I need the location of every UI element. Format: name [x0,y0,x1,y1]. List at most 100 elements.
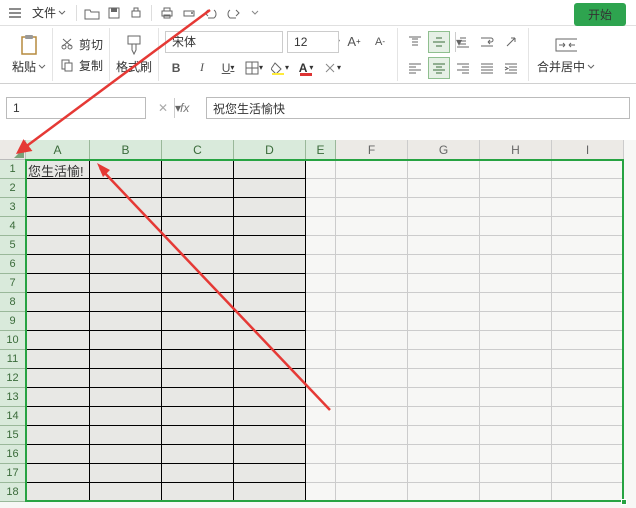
cell-G5[interactable] [408,236,480,255]
cell-B10[interactable] [90,331,162,350]
align-middle-button[interactable] [428,31,450,53]
cell-D15[interactable] [234,426,306,445]
cell-B6[interactable] [90,255,162,274]
cell-C13[interactable] [162,388,234,407]
cell-G4[interactable] [408,217,480,236]
cell-C8[interactable] [162,293,234,312]
cell-E18[interactable] [306,483,336,502]
cell-F1[interactable] [336,160,408,179]
fx-icon[interactable]: fx [180,101,200,115]
col-header-B[interactable]: B [90,140,162,160]
cell-E6[interactable] [306,255,336,274]
row-header-12[interactable]: 12 [0,369,26,388]
row-header-5[interactable]: 5 [0,236,26,255]
clear-format-button[interactable]: ▾ [321,57,343,79]
cell-G2[interactable] [408,179,480,198]
cell-C17[interactable] [162,464,234,483]
row-header-15[interactable]: 15 [0,426,26,445]
row-header-8[interactable]: 8 [0,293,26,312]
cell-E13[interactable] [306,388,336,407]
cell-D3[interactable] [234,198,306,217]
file-menu[interactable]: 文件 [28,4,70,21]
row-header-10[interactable]: 10 [0,331,26,350]
cell-A12[interactable] [26,369,90,388]
row-header-2[interactable]: 2 [0,179,26,198]
cell-I3[interactable] [552,198,624,217]
cell-D4[interactable] [234,217,306,236]
shrink-font-button[interactable]: A- [369,31,391,53]
cell-H13[interactable] [480,388,552,407]
cell-G17[interactable] [408,464,480,483]
col-header-C[interactable]: C [162,140,234,160]
cell-F11[interactable] [336,350,408,369]
align-center-button[interactable] [428,57,450,79]
row-header-3[interactable]: 3 [0,198,26,217]
cell-I14[interactable] [552,407,624,426]
cell-A9[interactable] [26,312,90,331]
cell-B4[interactable] [90,217,162,236]
cell-H15[interactable] [480,426,552,445]
cell-G10[interactable] [408,331,480,350]
autofill-handle[interactable] [621,499,627,505]
font-size-combo[interactable]: ▾ [287,31,339,53]
start-tab[interactable]: 开始 [574,3,626,26]
cell-F7[interactable] [336,274,408,293]
cell-C14[interactable] [162,407,234,426]
cell-E11[interactable] [306,350,336,369]
row-header-9[interactable]: 9 [0,312,26,331]
cell-I11[interactable] [552,350,624,369]
format-painter-button[interactable]: 格式刷 [116,34,152,75]
cell-F12[interactable] [336,369,408,388]
cell-F15[interactable] [336,426,408,445]
cell-I15[interactable] [552,426,624,445]
fill-color-button[interactable]: ▾ [269,57,291,79]
cell-H11[interactable] [480,350,552,369]
cell-B13[interactable] [90,388,162,407]
cell-F18[interactable] [336,483,408,502]
cell-C12[interactable] [162,369,234,388]
cell-E5[interactable] [306,236,336,255]
cell-I2[interactable] [552,179,624,198]
cell-H16[interactable] [480,445,552,464]
name-box[interactable]: ▾ [6,97,146,119]
cell-D17[interactable] [234,464,306,483]
cell-H8[interactable] [480,293,552,312]
cell-E4[interactable] [306,217,336,236]
cell-I5[interactable] [552,236,624,255]
copy-button[interactable]: 复制 [57,56,105,75]
row-header-16[interactable]: 16 [0,445,26,464]
cell-I1[interactable] [552,160,624,179]
cell-D8[interactable] [234,293,306,312]
cell-F13[interactable] [336,388,408,407]
cell-I12[interactable] [552,369,624,388]
cell-A15[interactable] [26,426,90,445]
cell-B15[interactable] [90,426,162,445]
redo-icon[interactable] [224,4,242,22]
cell-I16[interactable] [552,445,624,464]
cell-H9[interactable] [480,312,552,331]
cell-D5[interactable] [234,236,306,255]
merge-center-button[interactable]: 合并居中 [537,34,595,75]
cell-C6[interactable] [162,255,234,274]
cell-C7[interactable] [162,274,234,293]
cell-I4[interactable] [552,217,624,236]
cell-F6[interactable] [336,255,408,274]
cell-D1[interactable] [234,160,306,179]
cell-I9[interactable] [552,312,624,331]
cell-E2[interactable] [306,179,336,198]
cell-A3[interactable] [26,198,90,217]
cell-B12[interactable] [90,369,162,388]
cell-H5[interactable] [480,236,552,255]
cell-E1[interactable] [306,160,336,179]
cell-H2[interactable] [480,179,552,198]
cell-D18[interactable] [234,483,306,502]
cell-D12[interactable] [234,369,306,388]
cell-B9[interactable] [90,312,162,331]
select-all-corner[interactable] [0,140,26,160]
orientation-button[interactable] [500,31,522,53]
cell-E3[interactable] [306,198,336,217]
cell-G7[interactable] [408,274,480,293]
cell-C4[interactable] [162,217,234,236]
cell-H1[interactable] [480,160,552,179]
cell-A10[interactable] [26,331,90,350]
